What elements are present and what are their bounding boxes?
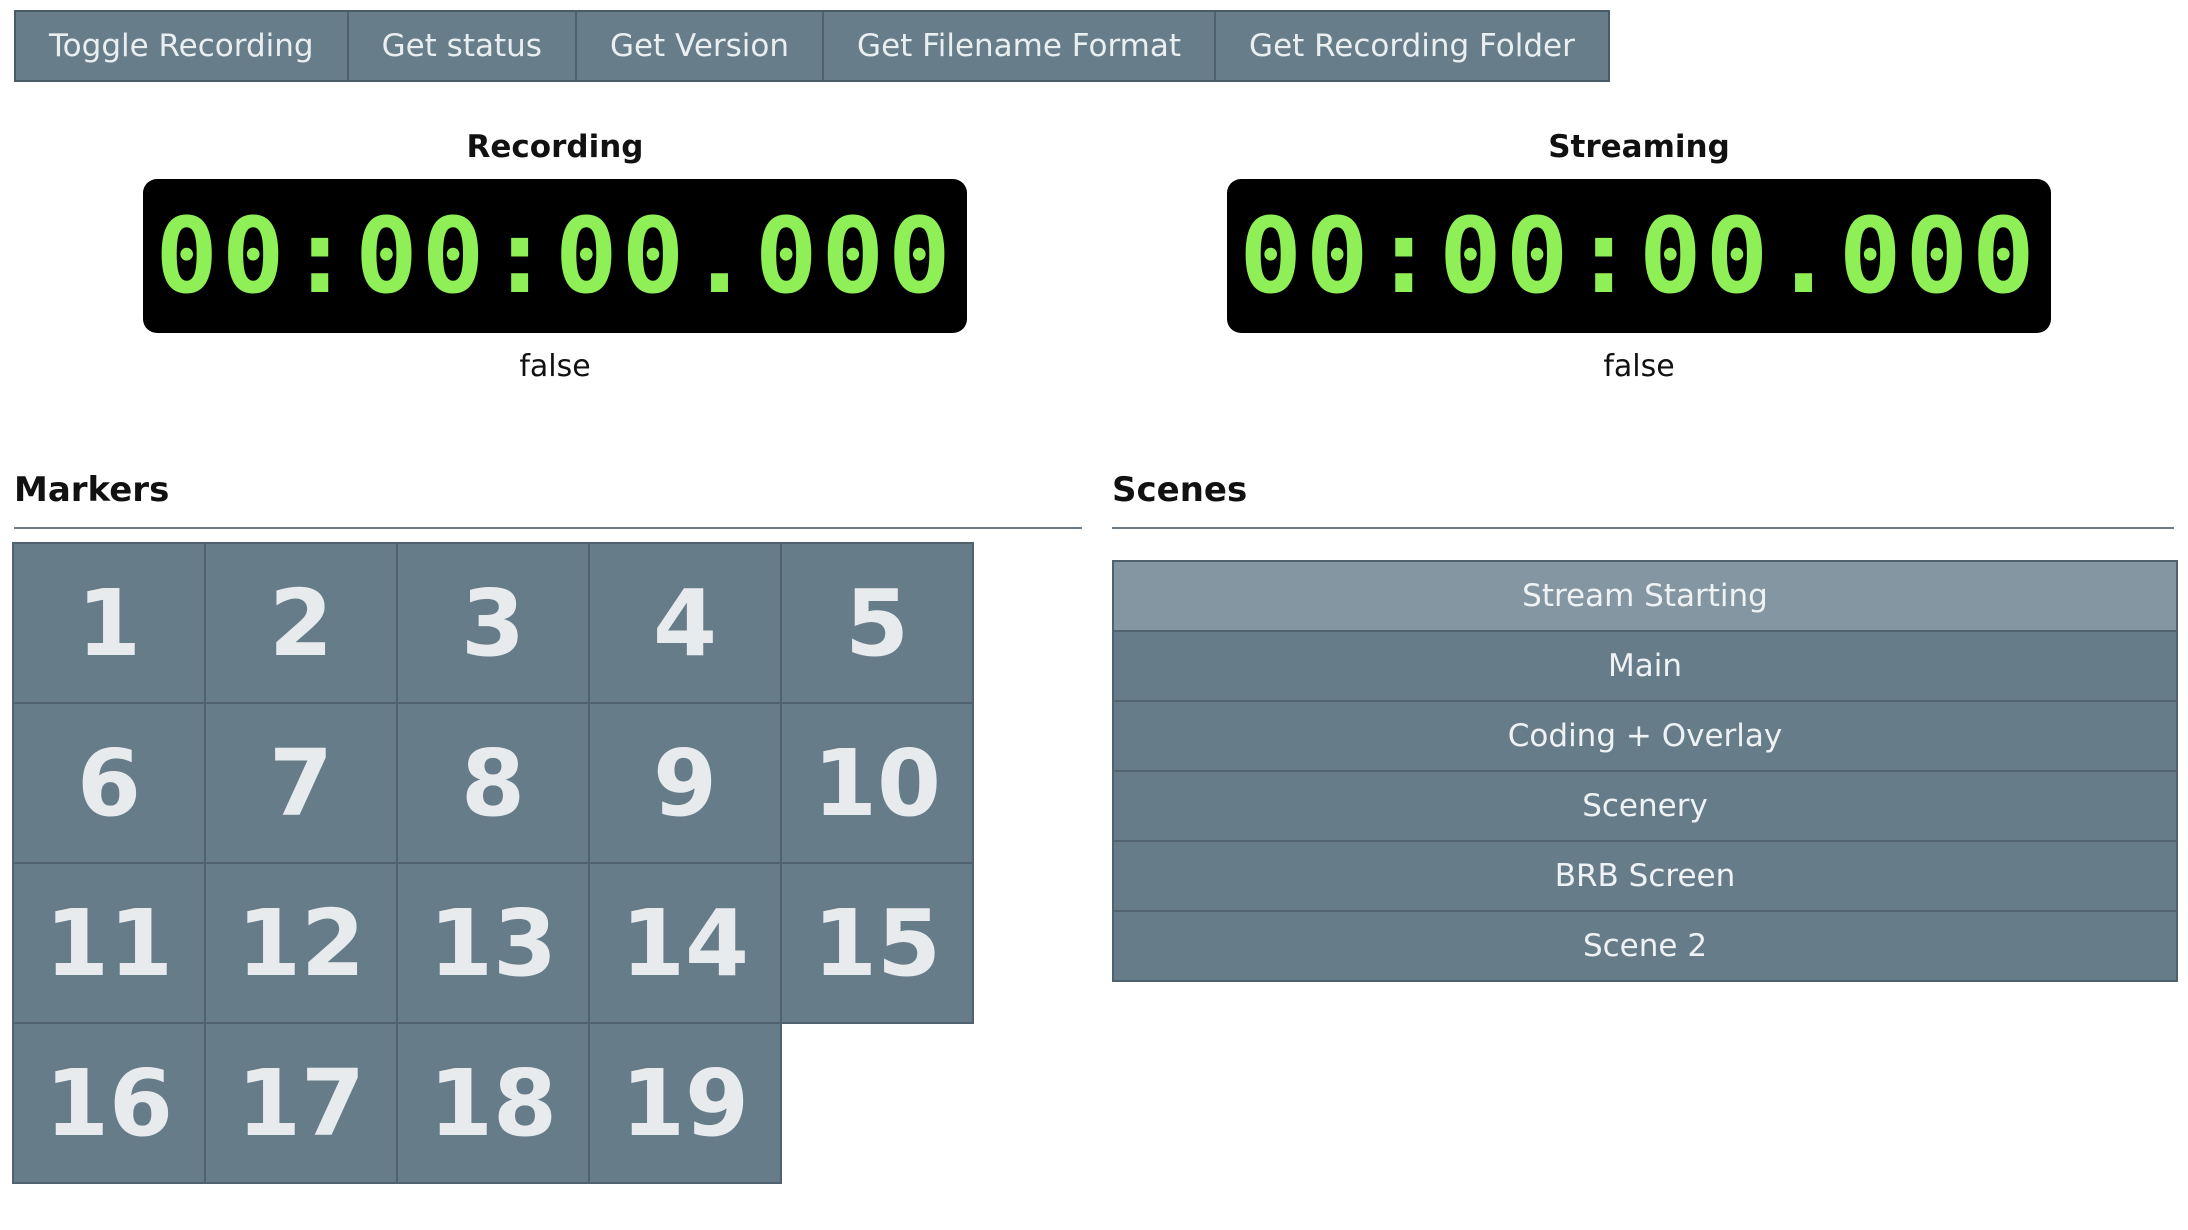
- recording-title: Recording: [466, 129, 644, 165]
- streaming-timer-block: Streaming 00:00:00.000 false: [1227, 125, 2051, 387]
- marker-button-15[interactable]: 15: [780, 862, 974, 1024]
- scene-item-coding-overlay[interactable]: Coding + Overlay: [1114, 702, 2176, 772]
- streaming-timer-display: 00:00:00.000: [1227, 179, 2051, 333]
- scene-item-main[interactable]: Main: [1114, 632, 2176, 702]
- markers-section-header: Markers: [14, 465, 1082, 529]
- marker-button-8[interactable]: 8: [396, 702, 590, 864]
- marker-button-1[interactable]: 1: [12, 542, 206, 704]
- marker-button-2[interactable]: 2: [204, 542, 398, 704]
- toolbar: Toggle Recording Get status Get Version …: [14, 10, 1610, 82]
- scene-item-scene-2[interactable]: Scene 2: [1114, 912, 2176, 980]
- markers-divider: [14, 527, 1082, 529]
- get-version-button[interactable]: Get Version: [576, 12, 825, 80]
- recording-timer-block: Recording 00:00:00.000 false: [143, 125, 967, 387]
- marker-button-14[interactable]: 14: [588, 862, 782, 1024]
- marker-button-13[interactable]: 13: [396, 862, 590, 1024]
- marker-button-7[interactable]: 7: [204, 702, 398, 864]
- marker-button-17[interactable]: 17: [204, 1022, 398, 1184]
- marker-button-5[interactable]: 5: [780, 542, 974, 704]
- marker-button-12[interactable]: 12: [204, 862, 398, 1024]
- page: Toggle Recording Get status Get Version …: [0, 0, 2188, 1230]
- scenes-list: Stream Starting Main Coding + Overlay Sc…: [1112, 560, 2178, 982]
- marker-button-18[interactable]: 18: [396, 1022, 590, 1184]
- get-filename-format-button[interactable]: Get Filename Format: [824, 12, 1217, 80]
- marker-button-11[interactable]: 11: [12, 862, 206, 1024]
- scene-item-scenery[interactable]: Scenery: [1114, 772, 2176, 842]
- streaming-status: false: [1603, 349, 1675, 384]
- marker-button-6[interactable]: 6: [12, 702, 206, 864]
- scenes-title: Scenes: [1112, 470, 1248, 510]
- recording-timer-display: 00:00:00.000: [143, 179, 967, 333]
- marker-button-10[interactable]: 10: [780, 702, 974, 864]
- scenes-divider: [1112, 527, 2174, 529]
- recording-status: false: [519, 349, 591, 384]
- scene-item-brb-screen[interactable]: BRB Screen: [1114, 842, 2176, 912]
- scenes-section-header: Scenes: [1112, 465, 2174, 529]
- get-status-button[interactable]: Get status: [348, 12, 577, 80]
- get-recording-folder-button[interactable]: Get Recording Folder: [1216, 12, 1608, 80]
- marker-button-4[interactable]: 4: [588, 542, 782, 704]
- marker-button-19[interactable]: 19: [588, 1022, 782, 1184]
- streaming-title: Streaming: [1548, 129, 1730, 165]
- marker-button-16[interactable]: 16: [12, 1022, 206, 1184]
- markers-grid: 1 2 3 4 5 6 7 8 9 10 11 12 13 14 15 16 1…: [12, 542, 975, 1184]
- scene-item-stream-starting[interactable]: Stream Starting: [1114, 562, 2176, 632]
- marker-button-3[interactable]: 3: [396, 542, 590, 704]
- marker-button-9[interactable]: 9: [588, 702, 782, 864]
- markers-title: Markers: [14, 470, 170, 510]
- toggle-recording-button[interactable]: Toggle Recording: [16, 12, 349, 80]
